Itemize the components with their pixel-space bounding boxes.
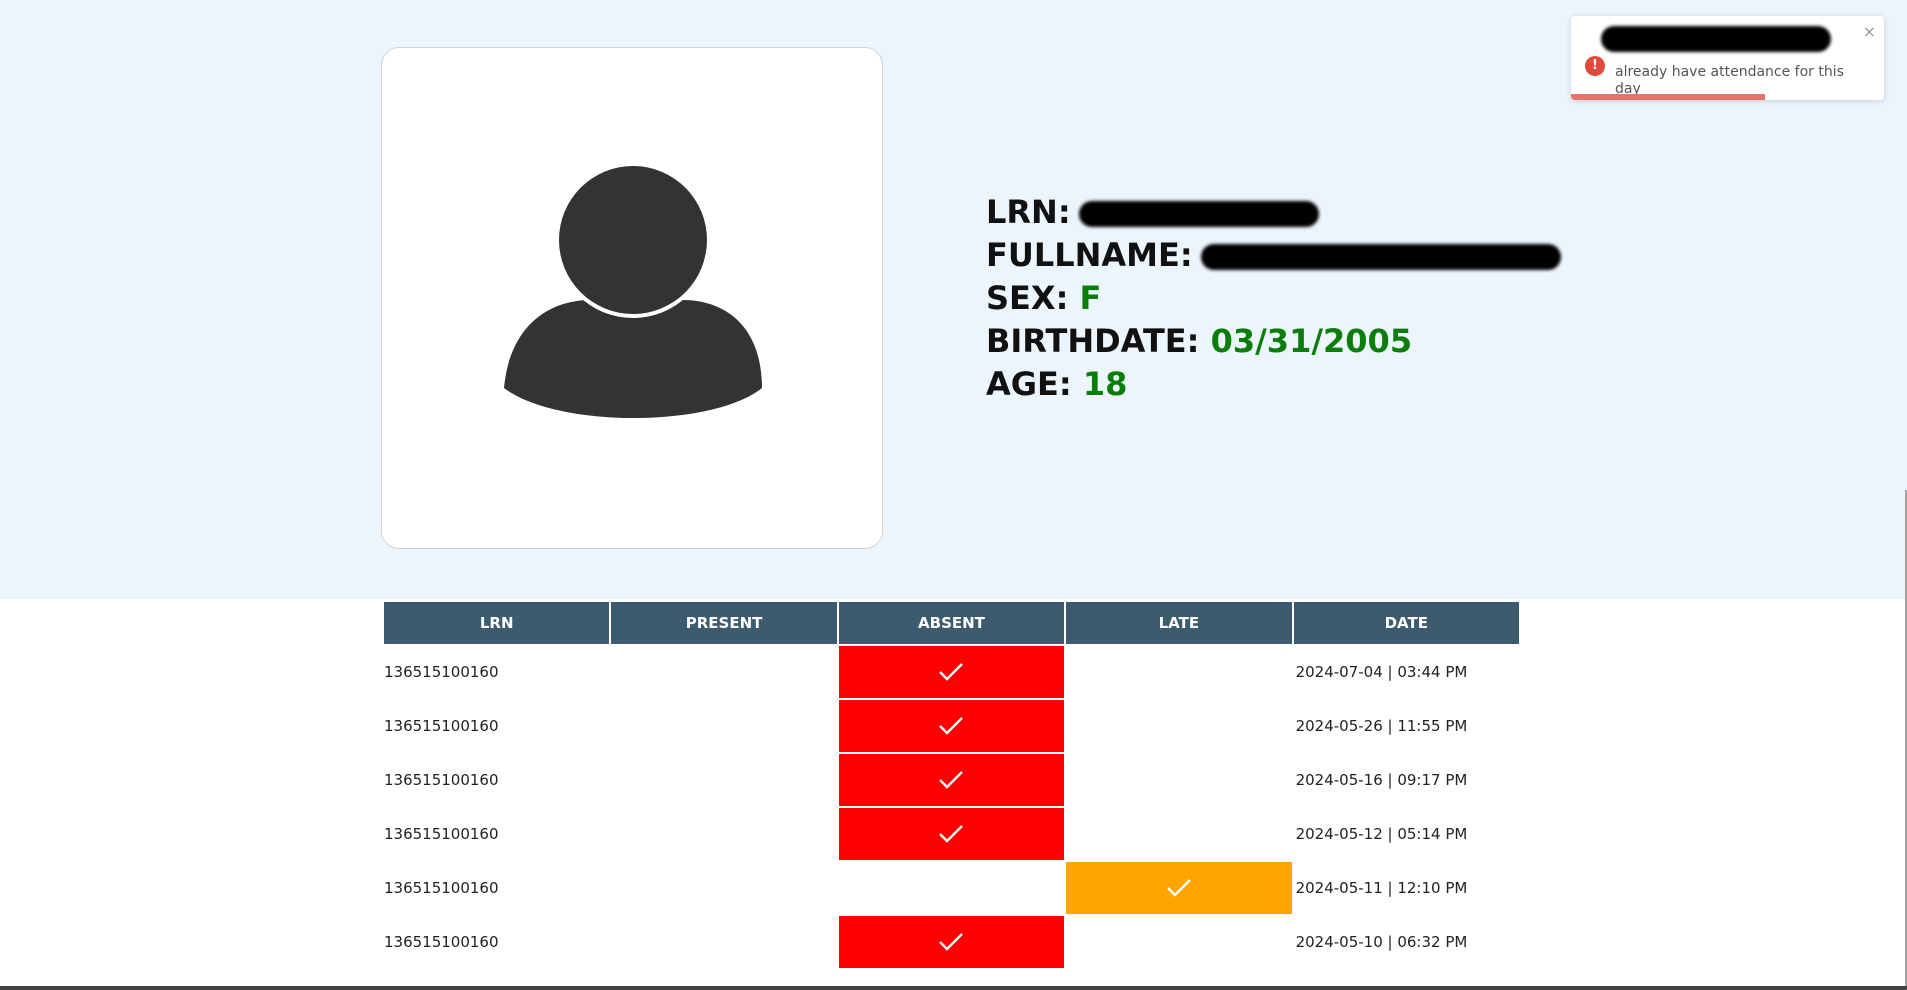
fullname-row: FULLNAME: (986, 234, 1561, 277)
lrn-cell: 136515100160 (384, 916, 610, 968)
checkmark-icon (939, 771, 964, 789)
absent-cell (838, 808, 1065, 860)
absent-cell (838, 916, 1065, 968)
lrn-cell: 136515100160 (384, 700, 610, 752)
header-absent: ABSENT (838, 602, 1065, 644)
table-row: 136515100160 2024-05-12 | 05:14 PM (384, 808, 1519, 860)
close-icon[interactable]: × (1863, 22, 1876, 41)
late-cell (1066, 862, 1292, 914)
birthdate-label: BIRTHDATE: (986, 322, 1200, 360)
lrn-redacted (1078, 201, 1319, 227)
student-info: LRN: FULLNAME: SEX: F BIRTHDATE: 03/31/2… (986, 191, 1561, 406)
lrn-row: LRN: (986, 191, 1561, 234)
lrn-label: LRN: (986, 193, 1071, 231)
fullname-redacted (1200, 244, 1561, 270)
checkmark-icon (939, 825, 964, 843)
age-value: 18 (1082, 365, 1128, 403)
date-cell: 2024-07-04 | 03:44 PM (1293, 646, 1519, 698)
date-cell: 2024-05-11 | 12:10 PM (1293, 862, 1519, 914)
present-cell (611, 916, 837, 968)
absent-cell (838, 700, 1065, 752)
late-cell (1066, 916, 1292, 968)
header-date: DATE (1293, 602, 1519, 644)
bottom-border (0, 986, 1907, 990)
user-silhouette-icon (504, 162, 762, 418)
attendance-table: LRN PRESENT ABSENT LATE DATE 13651510016… (382, 600, 1521, 970)
table-row: 136515100160 2024-07-04 | 03:44 PM (384, 646, 1519, 698)
error-toast: × ! already have attendance for this day (1571, 16, 1884, 100)
sex-value: F (1079, 279, 1102, 317)
table-body: 136515100160 2024-07-04 | 03:44 PM 1365151… (384, 646, 1519, 968)
birthdate-row: BIRTHDATE: 03/31/2005 (986, 320, 1561, 363)
present-cell (611, 754, 837, 806)
age-row: AGE: 18 (986, 363, 1561, 406)
table-row: 136515100160 2024-05-16 | 09:17 PM (384, 754, 1519, 806)
checkmark-icon (939, 663, 964, 681)
lrn-cell: 136515100160 (384, 754, 610, 806)
lrn-cell: 136515100160 (384, 808, 610, 860)
date-cell: 2024-05-26 | 11:55 PM (1293, 700, 1519, 752)
table-row: 136515100160 2024-05-26 | 11:55 PM (384, 700, 1519, 752)
birthdate-value: 03/31/2005 (1210, 322, 1413, 360)
lrn-cell: 136515100160 (384, 646, 610, 698)
absent-cell (838, 754, 1065, 806)
present-cell (611, 646, 837, 698)
toast-message: already have attendance for this day (1615, 64, 1844, 97)
age-label: AGE: (986, 365, 1072, 403)
present-cell (611, 808, 837, 860)
lrn-cell: 136515100160 (384, 862, 610, 914)
date-cell: 2024-05-12 | 05:14 PM (1293, 808, 1519, 860)
late-cell (1066, 754, 1292, 806)
checkmark-icon (939, 933, 964, 951)
late-cell (1066, 808, 1292, 860)
late-cell (1066, 646, 1292, 698)
checkmark-icon (1167, 879, 1191, 897)
date-cell: 2024-05-16 | 09:17 PM (1293, 754, 1519, 806)
table-row: 136515100160 2024-05-11 | 12:10 PM (384, 862, 1519, 914)
absent-cell (838, 862, 1065, 914)
toast-title-redacted (1601, 26, 1831, 52)
fullname-label: FULLNAME: (986, 236, 1193, 274)
late-cell (1066, 700, 1292, 752)
present-cell (611, 700, 837, 752)
date-cell: 2024-05-10 | 06:32 PM (1293, 916, 1519, 968)
header-late: LATE (1066, 602, 1292, 644)
error-icon: ! (1585, 56, 1605, 76)
header-lrn: LRN (384, 602, 610, 644)
header-present: PRESENT (611, 602, 837, 644)
checkmark-icon (939, 717, 964, 735)
toast-progress-bar (1571, 94, 1766, 100)
sex-row: SEX: F (986, 277, 1561, 320)
absent-cell (838, 646, 1065, 698)
sex-label: SEX: (986, 279, 1069, 317)
table-row: 136515100160 2024-05-10 | 06:32 PM (384, 916, 1519, 968)
table-header-row: LRN PRESENT ABSENT LATE DATE (384, 602, 1519, 644)
present-cell (611, 862, 837, 914)
avatar-card (381, 47, 883, 549)
